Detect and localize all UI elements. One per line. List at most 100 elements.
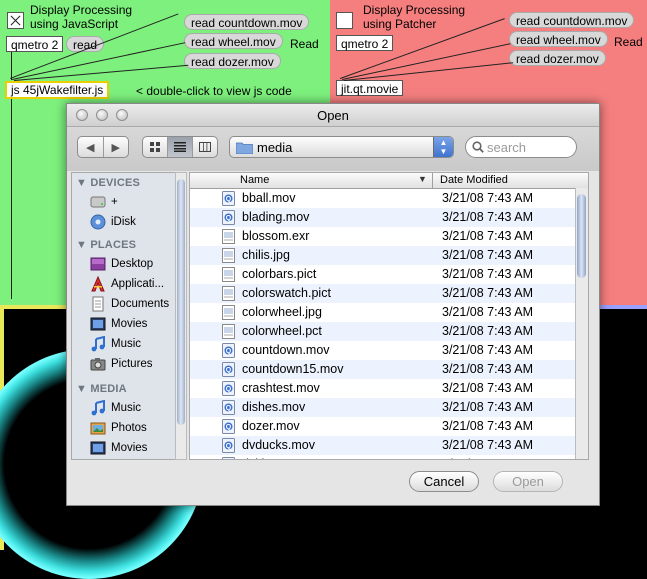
file-row[interactable]: Qdvducks.mov 3/21/08 7:43 AM <box>190 436 575 455</box>
sidebar-scroll-thumb[interactable] <box>177 179 185 425</box>
jit-qt-movie-object[interactable]: jit.qt.movie <box>336 80 404 96</box>
movie-file-icon: Q <box>222 457 235 459</box>
document-file-icon <box>222 229 235 244</box>
movies-icon <box>90 317 106 331</box>
file-row[interactable]: blossom.exr 3/21/08 7:43 AM <box>190 227 575 246</box>
column-divider <box>432 173 433 188</box>
back-forward-control: ◀ ▶ <box>77 136 129 158</box>
date-column-header[interactable]: Date Modified <box>440 174 508 186</box>
patcher-toggle[interactable] <box>336 12 353 29</box>
file-date: 3/21/08 7:43 AM <box>442 210 534 224</box>
svg-text:Q: Q <box>226 443 232 450</box>
file-date: 3/21/08 7:43 AM <box>442 229 534 243</box>
file-date: 3/21/08 7:43 AM <box>442 419 534 433</box>
js-toggle[interactable] <box>7 12 24 29</box>
file-date: 3/21/08 7:43 AM <box>442 267 534 281</box>
name-column-header[interactable]: Name <box>240 174 269 186</box>
devices-header[interactable]: ▼ DEVICES <box>76 177 140 189</box>
svg-text:Q: Q <box>226 196 232 203</box>
file-name: blading.mov <box>242 210 310 224</box>
pictures-icon <box>90 358 106 371</box>
patcher-read-wheel-message[interactable]: read wheel.mov <box>509 31 608 47</box>
movie-file-icon: Q <box>222 210 235 225</box>
sidebar-item-documents[interactable]: Documents <box>90 295 175 313</box>
file-list-scrollbar[interactable] <box>575 188 588 459</box>
js-wakefilter-object[interactable]: js 45jWakefilter.js <box>5 81 110 99</box>
sidebar-item-media-movies[interactable]: Movies <box>90 439 175 457</box>
media-header[interactable]: ▼ MEDIA <box>76 383 127 395</box>
sidebar-item-photos[interactable]: Photos <box>90 419 175 437</box>
file-row[interactable]: Qblading.mov 3/21/08 7:43 AM <box>190 208 575 227</box>
js-qmetro-object[interactable]: qmetro 2 <box>6 36 64 52</box>
back-arrow-icon[interactable]: ◀ <box>78 137 104 157</box>
search-field[interactable]: search <box>465 136 577 158</box>
file-date: 3/21/08 7:43 AM <box>442 343 534 357</box>
sidebar-scrollbar[interactable] <box>175 172 187 460</box>
document-file-icon <box>222 267 235 282</box>
photos-icon <box>90 422 106 435</box>
open-button[interactable]: Open <box>493 471 563 492</box>
icon-view-icon[interactable] <box>143 137 168 157</box>
file-list-scroll-thumb[interactable] <box>577 194 586 278</box>
file-row[interactable]: Qdvkite.mov 3/21/08 7:43 AM <box>190 455 575 459</box>
sidebar: ▼ DEVICES + iDisk ▼ PLACES Desktop Appli… <box>71 172 177 460</box>
patcher-read-dozer-message[interactable]: read dozer.mov <box>509 50 606 66</box>
js-read-dozer-message[interactable]: read dozer.mov <box>184 53 281 69</box>
patcher-read-label: Read <box>614 35 643 49</box>
file-date: 3/21/08 7:43 AM <box>442 191 534 205</box>
file-row[interactable]: Qbball.mov 3/21/08 7:43 AM <box>190 189 575 208</box>
file-row[interactable]: colorswatch.pict 3/21/08 7:43 AM <box>190 284 575 303</box>
file-list: Name ▼ Date Modified Qbball.mov 3/21/08 7… <box>189 172 589 460</box>
cancel-button[interactable]: Cancel <box>409 471 479 492</box>
movie-file-icon: Q <box>222 343 235 358</box>
patch-cord <box>11 99 12 299</box>
js-display-label: Display Processing using JavaScript <box>30 3 133 31</box>
sidebar-item-pictures[interactable]: Pictures <box>90 355 175 373</box>
sidebar-item-music[interactable]: Music <box>90 335 175 353</box>
file-name: dozer.mov <box>242 419 300 433</box>
dialog-title: Open <box>317 108 349 123</box>
location-popup[interactable]: media ▲ ▼ <box>229 136 454 158</box>
dialog-titlebar: Open <box>67 104 599 127</box>
file-row[interactable]: Qdishes.mov 3/21/08 7:43 AM <box>190 398 575 417</box>
file-row[interactable]: colorwheel.jpg 3/21/08 7:43 AM <box>190 303 575 322</box>
file-date: 3/21/08 7:43 AM <box>442 400 534 414</box>
file-row[interactable]: Qcountdown.mov 3/21/08 7:43 AM <box>190 341 575 360</box>
svg-text:Q: Q <box>226 405 232 412</box>
file-row[interactable]: colorbars.pict 3/21/08 7:43 AM <box>190 265 575 284</box>
sidebar-item-movies[interactable]: Movies <box>90 315 175 333</box>
file-row[interactable]: Qdozer.mov 3/21/08 7:43 AM <box>190 417 575 436</box>
applications-icon <box>91 276 105 292</box>
sidebar-item-applications[interactable]: Applicati... <box>90 275 175 293</box>
file-name: blossom.exr <box>242 229 310 243</box>
places-header[interactable]: ▼ PLACES <box>76 239 136 251</box>
forward-arrow-icon[interactable]: ▶ <box>104 137 129 157</box>
sort-descending-icon: ▼ <box>418 174 427 184</box>
svg-text:Q: Q <box>226 348 232 355</box>
js-read-countdown-message[interactable]: read countdown.mov <box>184 14 310 30</box>
file-date: 3/21/08 7:43 AM <box>442 362 534 376</box>
js-read-wheel-message[interactable]: read wheel.mov <box>184 33 283 49</box>
sidebar-item-idisk[interactable]: iDisk <box>90 213 175 231</box>
open-dialog: Open ◀ ▶ media ▲ ▼ search ▼ DEVICES + iD… <box>66 103 600 506</box>
js-hint-label: < double-click to view js code <box>136 84 292 98</box>
file-name: crashtest.mov <box>242 381 320 395</box>
file-row[interactable]: Qcrashtest.mov 3/21/08 7:43 AM <box>190 379 575 398</box>
file-name: colorbars.pict <box>242 267 317 281</box>
sidebar-item-desktop[interactable]: Desktop <box>90 255 175 273</box>
sidebar-item-disk[interactable]: + <box>90 193 175 211</box>
patcher-read-countdown-message[interactable]: read countdown.mov <box>509 12 635 28</box>
file-row[interactable]: colorwheel.pct 3/21/08 7:43 AM <box>190 322 575 341</box>
patcher-qmetro-object[interactable]: qmetro 2 <box>336 35 394 51</box>
sidebar-item-media-music[interactable]: Music <box>90 399 175 417</box>
movie-file-icon: Q <box>222 400 235 415</box>
document-file-icon <box>222 248 235 263</box>
column-view-icon[interactable] <box>193 137 217 157</box>
file-row[interactable]: Qcountdown15.mov 3/21/08 7:43 AM <box>190 360 575 379</box>
disk-icon <box>90 196 106 208</box>
file-row[interactable]: chilis.jpg 3/21/08 7:43 AM <box>190 246 575 265</box>
file-date: 3/21/08 7:43 AM <box>442 455 533 459</box>
list-view-icon[interactable] <box>168 137 193 157</box>
file-name: dvkite.mov <box>242 455 302 459</box>
search-placeholder: search <box>487 140 527 155</box>
